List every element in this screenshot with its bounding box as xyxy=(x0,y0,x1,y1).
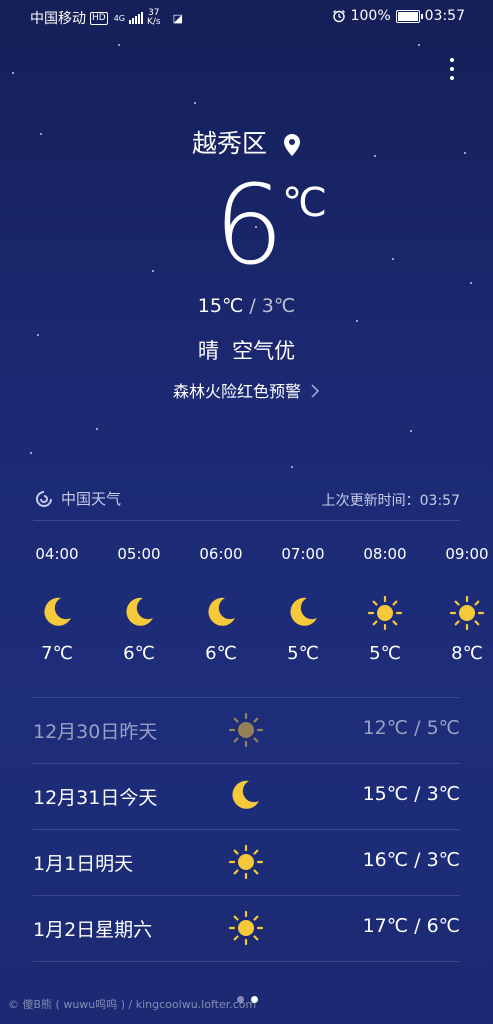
more-menu-button[interactable] xyxy=(446,58,458,86)
hourly-forecast[interactable]: 04:00 7℃ 05:00 6℃ 06:00 6℃ 07:00 5℃ 08:0… xyxy=(0,545,493,685)
divider xyxy=(33,961,460,962)
air-quality: 空气优 xyxy=(232,339,296,363)
source-name: 中国天气 xyxy=(61,490,122,508)
status-bar: 中国移动 HD 4G 37 K/s ◪ 100% 03:57 xyxy=(0,0,493,34)
weather-text: 晴 xyxy=(197,339,219,363)
signal-icon xyxy=(129,12,143,24)
daily-row[interactable]: 12月31日今天 15℃ / 3℃ xyxy=(33,763,460,829)
hd-badge: HD xyxy=(90,11,108,25)
sun-icon xyxy=(228,712,264,748)
daily-date: 1月2日星期六 xyxy=(33,919,153,941)
moon-icon xyxy=(44,597,71,626)
chevron-right-icon xyxy=(311,384,320,398)
watermark: © 傻B熊 ( wuwu呜呜 ) / kingcoolwu.lofter.com xyxy=(8,998,257,1011)
moon-icon xyxy=(232,780,259,809)
notification-icon: ◪ xyxy=(172,11,184,25)
hourly-item: 07:00 5℃ xyxy=(281,545,325,664)
daily-row[interactable]: 1月2日星期六 17℃ / 6℃ xyxy=(33,895,460,961)
moon-icon xyxy=(126,597,153,626)
alarm-icon xyxy=(332,10,345,23)
sun-icon xyxy=(449,595,485,631)
sun-icon xyxy=(228,910,264,946)
daily-row[interactable]: 12月30日昨天 12℃ / 5℃ xyxy=(33,697,460,763)
daily-temp-range: 15℃ / 3℃ xyxy=(362,783,460,805)
sun-icon xyxy=(367,595,403,631)
moon-icon xyxy=(290,597,317,626)
moon-icon xyxy=(208,597,235,626)
hourly-item: 08:00 5℃ xyxy=(363,545,407,664)
daily-temp-range: 16℃ / 3℃ xyxy=(362,849,460,871)
daily-date: 12月31日今天 xyxy=(33,787,158,809)
data-source[interactable]: 中国天气 xyxy=(35,488,121,509)
weather-warning[interactable]: 森林火险红色预警 xyxy=(0,378,493,402)
daily-row[interactable]: 1月1日明天 16℃ / 3℃ xyxy=(33,829,460,895)
weather-condition: 晴 空气优 xyxy=(0,335,493,365)
location-name: 越秀区 xyxy=(192,129,268,158)
hourly-item: 06:00 6℃ xyxy=(199,545,243,664)
last-updated: 上次更新时间：03:57 xyxy=(321,493,460,509)
daily-temp-range: 17℃ / 6℃ xyxy=(362,915,460,937)
divider xyxy=(33,520,460,521)
hourly-item: 09:00 8℃ xyxy=(445,545,489,664)
sun-icon xyxy=(228,844,264,880)
china-weather-logo-icon xyxy=(36,490,52,507)
hourly-item: 04:00 7℃ xyxy=(35,545,79,664)
battery-percent: 100% xyxy=(350,8,391,24)
today-temp-range: 15℃ / 3℃ xyxy=(197,295,296,317)
current-temperature: 6 xyxy=(214,161,284,289)
battery-icon xyxy=(395,9,423,23)
daily-date: 12月30日昨天 xyxy=(33,721,158,743)
daily-date: 1月1日明天 xyxy=(33,853,134,875)
network-speed: 37 K/s xyxy=(147,8,161,27)
temperature-unit: ℃ xyxy=(282,180,327,226)
hourly-item: 05:00 6℃ xyxy=(117,545,161,664)
location-header[interactable]: 越秀区 xyxy=(0,124,493,160)
location-pin-icon xyxy=(283,134,300,156)
network-type: 4G xyxy=(113,13,125,23)
carrier-name: 中国移动 xyxy=(30,11,86,27)
daily-temp-range: 12℃ / 5℃ xyxy=(362,717,460,739)
clock: 03:57 xyxy=(424,8,465,24)
